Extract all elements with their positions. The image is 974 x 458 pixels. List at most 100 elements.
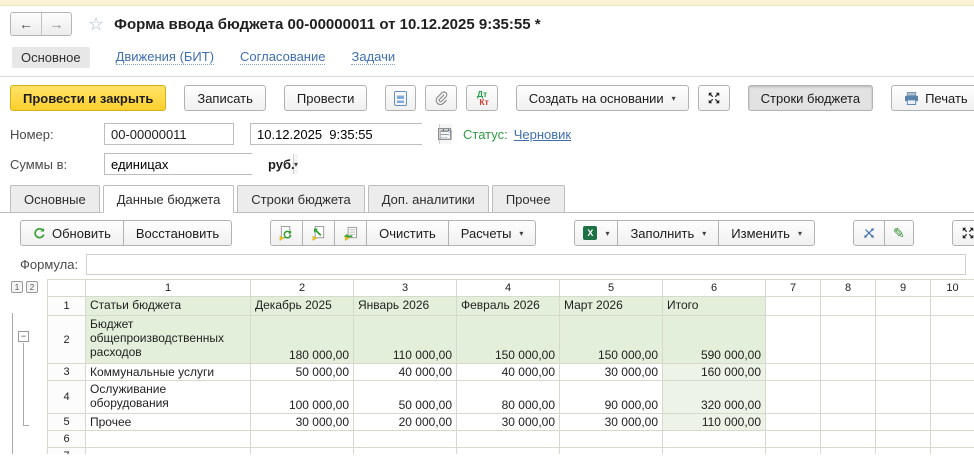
grid-cell-label[interactable] (86, 431, 251, 448)
clear-button[interactable]: Очистить (367, 220, 449, 246)
grid-cell[interactable] (876, 297, 931, 316)
row-number[interactable]: 1 (48, 297, 86, 316)
excel-button[interactable]: X ▾ (574, 220, 618, 246)
group-level-2-button[interactable]: 2 (26, 281, 38, 293)
tab-budget-rows[interactable]: Строки бюджета (237, 185, 364, 213)
subordination-structure-button[interactable] (385, 85, 416, 111)
column-header[interactable]: 3 (354, 280, 457, 297)
grid-cell-value[interactable] (560, 431, 663, 448)
grid-cell-value[interactable] (457, 431, 560, 448)
grid-cell-value[interactable]: 50 000,00 (354, 381, 457, 414)
grid-cell-value[interactable] (354, 448, 457, 455)
grid-cell-value[interactable]: 110 000,00 (663, 414, 766, 431)
fullscreen-button[interactable] (698, 85, 730, 111)
grid-cell[interactable] (766, 381, 821, 414)
grid-cell[interactable] (821, 381, 876, 414)
grid-cell-value[interactable] (251, 431, 354, 448)
column-header[interactable]: 8 (821, 280, 876, 297)
grid-cell[interactable] (766, 316, 821, 364)
grid-cell-value[interactable]: 320 000,00 (663, 381, 766, 414)
grid-cell-value[interactable]: 40 000,00 (354, 364, 457, 381)
tab-other[interactable]: Прочее (492, 185, 565, 213)
grid-cell-value[interactable]: 160 000,00 (663, 364, 766, 381)
column-header[interactable]: 2 (251, 280, 354, 297)
edit-cell-button[interactable]: ✎ (885, 220, 914, 246)
save-button[interactable]: Записать (184, 85, 266, 111)
forward-button[interactable]: → (41, 13, 71, 35)
tab-budget-data[interactable]: Данные бюджета (103, 185, 235, 213)
grid-cell-value[interactable]: 50 000,00 (251, 364, 354, 381)
grid-cell[interactable] (766, 448, 821, 455)
number-input[interactable] (104, 123, 234, 145)
print-button[interactable]: Печать ▾ (891, 85, 974, 111)
row-number[interactable]: 4 (48, 381, 86, 414)
row-number[interactable]: 6 (48, 431, 86, 448)
grid-cell-label[interactable]: Ослуживание оборудования (86, 381, 251, 414)
grid-cell-value[interactable]: 150 000,00 (457, 316, 560, 364)
tab-main[interactable]: Основные (10, 185, 100, 213)
grid-cell[interactable] (821, 448, 876, 455)
grid-cell-value[interactable]: 110 000,00 (354, 316, 457, 364)
grid-cell-value[interactable] (251, 448, 354, 455)
nav-item-main[interactable]: Основное (12, 47, 90, 68)
grid-cell[interactable] (931, 414, 974, 431)
grid-cell-value[interactable]: 30 000,00 (560, 364, 663, 381)
status-list-icon[interactable] (438, 128, 451, 140)
favorite-star-icon[interactable]: ☆ (88, 15, 104, 33)
grid-cell[interactable] (931, 431, 974, 448)
create-based-on-button[interactable]: Создать на основании ▾ (516, 85, 689, 111)
grid-cell-value[interactable]: 80 000,00 (457, 381, 560, 414)
column-header[interactable]: 5 (560, 280, 663, 297)
group-level-1-button[interactable]: 1 (11, 281, 23, 293)
grid-cell-value[interactable]: 100 000,00 (251, 381, 354, 414)
row-number[interactable]: 3 (48, 364, 86, 381)
row-number[interactable]: 7 (48, 448, 86, 455)
row-number[interactable]: 2 (48, 316, 86, 364)
grid-cell[interactable] (766, 414, 821, 431)
formula-input[interactable] (86, 254, 966, 275)
nav-link-movements[interactable]: Движения (БИТ) (116, 50, 214, 66)
grid-cell-value[interactable]: 90 000,00 (560, 381, 663, 414)
grid-header-cell[interactable]: Статьи бюджета (86, 297, 251, 316)
collapse-group-button[interactable]: − (18, 331, 29, 342)
grid-cell-label[interactable] (86, 448, 251, 455)
grid-cell-value[interactable]: 40 000,00 (457, 364, 560, 381)
units-input[interactable] (105, 154, 293, 174)
column-header[interactable]: 6 (663, 280, 766, 297)
change-button[interactable]: Изменить ▾ (719, 220, 815, 246)
column-header[interactable]: 10 (931, 280, 974, 297)
fill-button[interactable]: Заполнить ▾ (618, 220, 719, 246)
grid-cell[interactable] (931, 364, 974, 381)
grid-cell-value[interactable]: 30 000,00 (251, 414, 354, 431)
grid-cell[interactable] (876, 316, 931, 364)
refresh-button[interactable]: Обновить (20, 220, 124, 246)
reload-document-button[interactable] (270, 220, 303, 246)
tab-extra-analytics[interactable]: Доп. аналитики (368, 185, 489, 213)
grid-cell[interactable] (876, 381, 931, 414)
grid-cell-label[interactable]: Бюджет общепроизводственных расходов (86, 316, 251, 364)
grid-cell-value[interactable] (457, 448, 560, 455)
grid-header-cell[interactable]: Март 2026 (560, 297, 663, 316)
grid-cell[interactable] (766, 297, 821, 316)
grid-fullscreen-button[interactable] (952, 220, 974, 246)
status-link[interactable]: Черновик (514, 127, 571, 142)
grid-header-cell[interactable]: Февраль 2026 (457, 297, 560, 316)
grid-cell-value[interactable]: 150 000,00 (560, 316, 663, 364)
grid-cell-value[interactable]: 20 000,00 (354, 414, 457, 431)
attachments-button[interactable] (425, 85, 457, 111)
grid-cell[interactable] (821, 364, 876, 381)
grid-cell[interactable] (766, 364, 821, 381)
grid-header-cell[interactable]: Итого (663, 297, 766, 316)
grid-cell[interactable] (931, 297, 974, 316)
post-and-close-button[interactable]: Провести и закрыть (10, 85, 166, 111)
budget-rows-button[interactable]: Строки бюджета (748, 85, 873, 111)
swap-rows-columns-button[interactable] (853, 220, 885, 246)
grid-cell[interactable] (876, 414, 931, 431)
grid-cell-value[interactable]: 30 000,00 (457, 414, 560, 431)
date-input[interactable] (251, 124, 439, 144)
grid-cell[interactable] (931, 381, 974, 414)
grid-cell-value[interactable]: 30 000,00 (560, 414, 663, 431)
nav-link-approval[interactable]: Согласование (240, 50, 325, 66)
grid-cell-value[interactable] (663, 431, 766, 448)
grid-cell[interactable] (821, 414, 876, 431)
